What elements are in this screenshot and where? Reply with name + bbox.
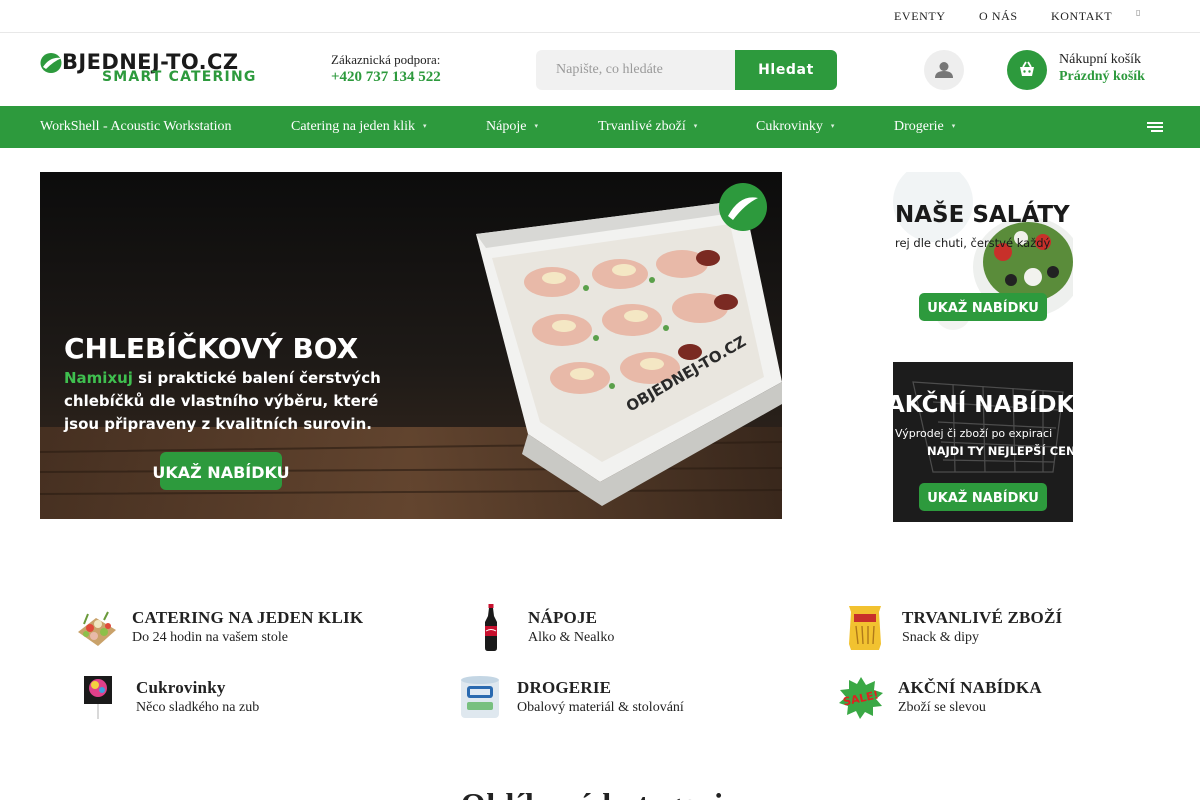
nav-item-label: Catering na jeden klik <box>291 119 416 134</box>
search-button[interactable]: Hledat <box>735 50 837 90</box>
nav-item-workshell[interactable]: WorkShell - Acoustic Workstation <box>40 119 232 135</box>
hero-text-line3: jsou připraveny z kvalitních surovin. <box>63 415 372 433</box>
nav-item-catering[interactable]: Catering na jeden klik ▾ <box>291 119 427 135</box>
support-phone-link[interactable]: +420 737 134 522 <box>331 69 441 86</box>
user-icon <box>935 62 953 78</box>
category-title: Cukrovinky <box>136 678 226 697</box>
category-napoje[interactable]: NÁPOJE Alko & Nealko <box>476 604 676 654</box>
paper-towel-icon <box>461 676 499 718</box>
basket-icon <box>1020 61 1034 76</box>
side-banner-salaty[interactable]: NAŠE SALÁTY rej dle chuti, čerstvé každý… <box>893 172 1073 332</box>
chevron-down-icon: ▾ <box>423 122 427 130</box>
side-banner-salaty-title: NAŠE SALÁTY <box>895 200 1070 228</box>
nav-item-trvanlive[interactable]: Trvanlivé zboží ▾ <box>598 119 697 135</box>
menu-icon[interactable] <box>1147 121 1163 133</box>
sale-badge-icon: SALE! <box>839 677 883 719</box>
side-banner-akcni-subtitle1: Výprodej či zboží po expiraci <box>895 427 1052 440</box>
top-link-eventy[interactable]: EVENTY <box>894 9 946 24</box>
hero-highlight: Namixuj <box>64 369 133 387</box>
cart-status[interactable]: Prázdný košík <box>1059 69 1145 85</box>
side-banner-akcni-graphic: AKČNÍ NABÍDKA Výprodej či zboží po expir… <box>893 362 1073 522</box>
nav-item-label: Trvanlivé zboží <box>598 119 686 134</box>
cart-label[interactable]: Nákupní košík <box>1059 52 1141 68</box>
side-banner-akcni-title: AKČNÍ NABÍDKA <box>893 390 1073 418</box>
hero-banner-graphic: OBJEDNEJ-TO.CZ CHLEBÍČKOVÝ BOX Namixuj s… <box>40 172 782 519</box>
facebook-icon[interactable]: ▯ <box>1136 8 1140 17</box>
nav-item-label: Nápoje <box>486 119 527 134</box>
side-banner-salaty-cta[interactable]: UKAŽ NABÍDKU <box>927 300 1039 316</box>
category-akcni-nabidka[interactable]: SALE! AKČNÍ NABÍDKA Zboží se slevou <box>838 674 1078 724</box>
category-subtitle: Zboží se slevou <box>898 700 986 715</box>
category-title: TRVANLIVÉ ZBOŽÍ <box>902 608 1063 627</box>
hero-text-1: si praktické balení čerstvých <box>133 369 381 387</box>
search-input[interactable] <box>536 50 736 90</box>
category-title: NÁPOJE <box>528 608 598 627</box>
snack-bag-icon <box>849 606 881 650</box>
category-title: AKČNÍ NABÍDKA <box>898 678 1042 697</box>
hero-title: CHLEBÍČKOVÝ BOX <box>64 331 359 365</box>
support-label: Zákaznická podpora: <box>331 52 441 67</box>
hero-text-line2: chlebíčků dle vlastního výběru, které <box>64 392 378 410</box>
section-heading: Oblíbené kategorie <box>0 786 1200 800</box>
category-title: CATERING NA JEDEN KLIK <box>132 608 364 627</box>
side-banner-salaty-subtitle: rej dle chuti, čerstvé každý <box>895 236 1051 250</box>
top-link-kontakt[interactable]: KONTAKT <box>1051 9 1112 24</box>
side-banner-akcni-subtitle2: NAJDI TY NEJLEPŠÍ CENY ! <box>927 443 1073 458</box>
hero-cta-button[interactable]: UKAŽ NABÍDKU <box>152 463 289 482</box>
category-subtitle: Obalový materiál & stolování <box>517 700 684 715</box>
side-banner-akcni-cta[interactable]: UKAŽ NABÍDKU <box>927 490 1039 506</box>
category-catering[interactable]: CATERING NA JEDEN KLIK Do 24 hodin na va… <box>74 604 404 654</box>
lollipop-icon <box>84 676 112 719</box>
nav-item-napoje[interactable]: Nápoje ▾ <box>486 119 538 135</box>
hero-text-line1: Namixuj si praktické balení čerstvých <box>64 369 381 387</box>
cart-button[interactable] <box>1007 50 1047 90</box>
hero-banner-chlebickovy-box[interactable]: OBJEDNEJ-TO.CZ CHLEBÍČKOVÝ BOX Namixuj s… <box>40 172 782 519</box>
category-trvanlive[interactable]: TRVANLIVÉ ZBOŽÍ Snack & dipy <box>846 604 1086 654</box>
category-subtitle: Alko & Nealko <box>528 630 615 645</box>
logo-tagline: SMART CATERING <box>102 69 257 85</box>
category-drogerie[interactable]: DROGERIE Obalový materiál & stolování <box>459 674 719 724</box>
top-bar: EVENTY O NÁS KONTAKT ▯ <box>0 0 1200 33</box>
account-button[interactable] <box>924 50 964 90</box>
site-logo[interactable]: BJEDNEJ-TO.CZ SMART CATERING <box>40 50 260 88</box>
category-subtitle: Něco sladkého na zub <box>136 700 260 715</box>
cola-bottle-icon <box>485 604 497 651</box>
category-subtitle: Do 24 hodin na vašem stole <box>132 630 288 645</box>
side-banner-akcni-nabidka[interactable]: AKČNÍ NABÍDKA Výprodej či zboží po expir… <box>893 362 1073 522</box>
category-title: DROGERIE <box>517 678 612 697</box>
top-link-o-nas[interactable]: O NÁS <box>979 9 1018 24</box>
nav-item-label: Cukrovinky <box>756 119 823 134</box>
catering-platter-icon <box>78 611 116 646</box>
main-nav: WorkShell - Acoustic Workstation Caterin… <box>0 106 1200 148</box>
nav-item-drogerie[interactable]: Drogerie ▾ <box>894 119 955 135</box>
nav-item-label: Drogerie <box>894 119 944 134</box>
chevron-down-icon: ▾ <box>534 122 538 130</box>
side-banner-salaty-graphic: NAŠE SALÁTY rej dle chuti, čerstvé každý… <box>893 172 1073 332</box>
category-subtitle: Snack & dipy <box>902 630 979 645</box>
chevron-down-icon: ▾ <box>693 122 698 130</box>
category-cukrovinky[interactable]: Cukrovinky Něco sladkého na zub <box>84 674 304 724</box>
chevron-down-icon: ▾ <box>830 122 835 130</box>
chevron-down-icon: ▾ <box>951 122 956 130</box>
nav-item-label: WorkShell - Acoustic Workstation <box>40 119 232 134</box>
nav-item-cukrovinky[interactable]: Cukrovinky ▾ <box>756 119 834 135</box>
